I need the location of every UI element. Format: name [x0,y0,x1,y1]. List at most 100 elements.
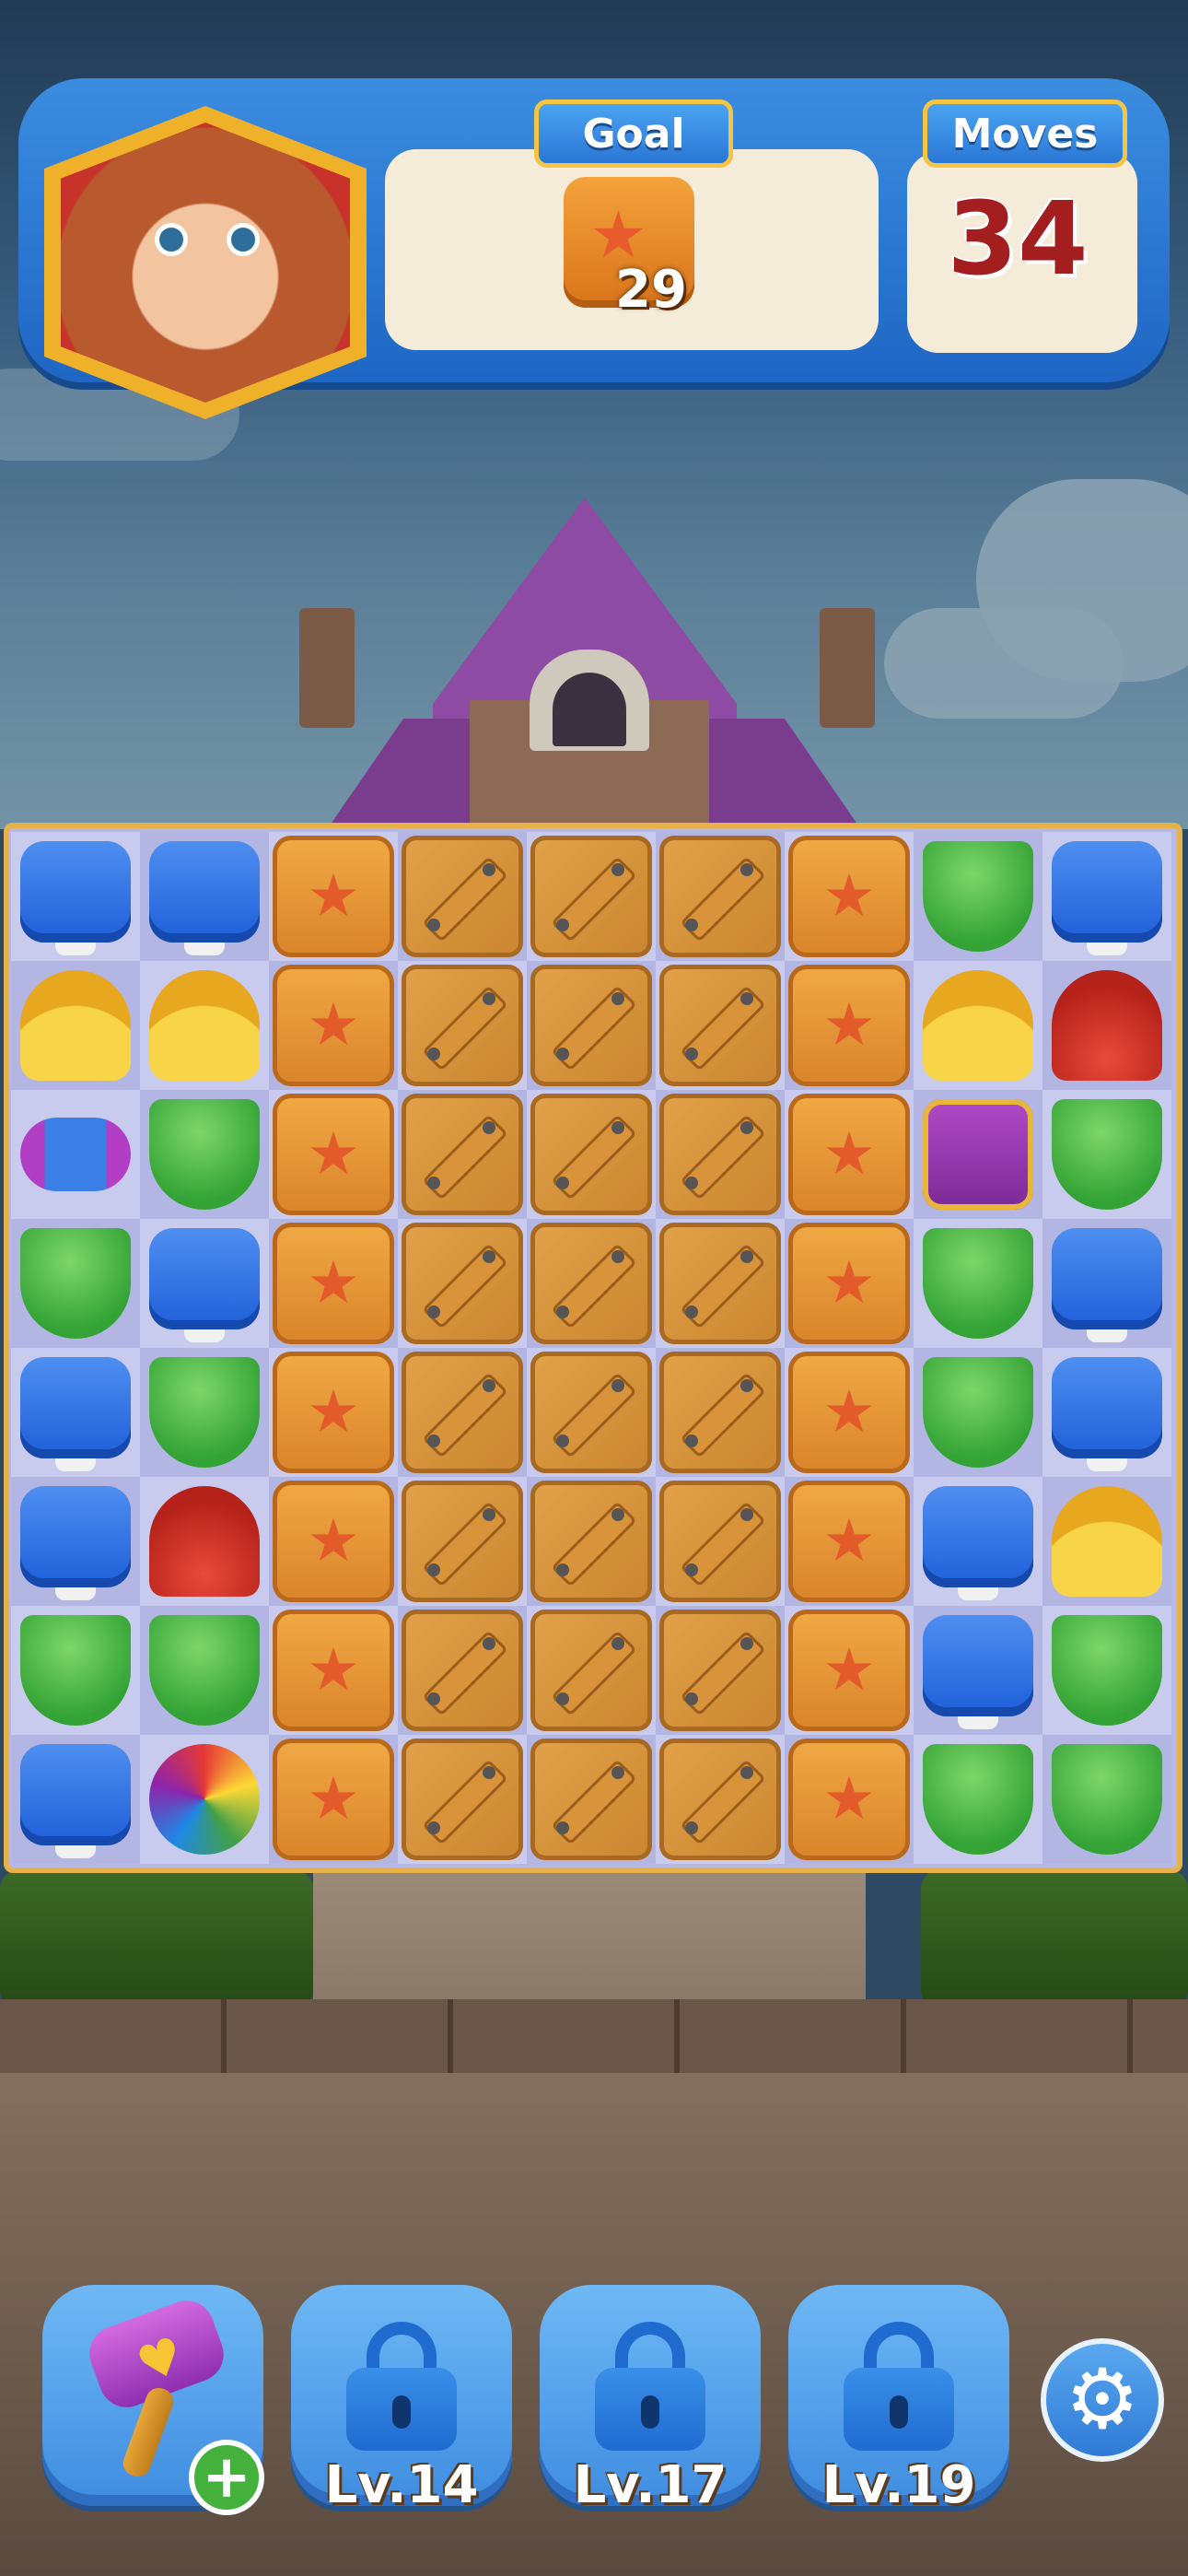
board-cell[interactable] [140,1348,269,1477]
board-cell[interactable] [1042,1090,1171,1219]
shell-piece[interactable] [1052,1486,1162,1597]
wood-plank-tile[interactable] [530,1094,652,1215]
board-cell[interactable] [656,1477,785,1606]
blue-jelly-piece[interactable] [1052,1357,1162,1471]
red-hat-piece[interactable] [1052,970,1162,1081]
board-cell[interactable] [527,1477,656,1606]
green-cup-piece[interactable] [20,1615,131,1726]
wood-plank-tile[interactable] [659,1352,781,1473]
wood-plank-tile[interactable] [659,965,781,1086]
board-cell[interactable] [398,1219,527,1348]
dynamite-booster-piece[interactable] [923,1099,1033,1210]
board-cell[interactable] [656,1735,785,1864]
board-cell[interactable]: ★ [785,1606,914,1735]
rocket-booster-piece[interactable] [20,1118,131,1191]
board-cell[interactable] [1042,1348,1171,1477]
board-cell[interactable] [398,1477,527,1606]
board-cell[interactable] [527,1606,656,1735]
star-crate-tile[interactable]: ★ [273,1352,394,1473]
green-cup-piece[interactable] [149,1615,260,1726]
star-crate-tile[interactable]: ★ [788,1352,910,1473]
board-cell[interactable]: ★ [269,1477,398,1606]
star-crate-tile[interactable]: ★ [788,1739,910,1860]
blue-jelly-piece[interactable] [1052,1228,1162,1342]
green-cup-piece[interactable] [149,1357,260,1468]
board-cell[interactable]: ★ [785,832,914,961]
board-cell[interactable]: ★ [785,1477,914,1606]
board-cell[interactable] [1042,1477,1171,1606]
board-cell[interactable] [914,1348,1042,1477]
blue-jelly-piece[interactable] [20,1744,131,1858]
wood-plank-tile[interactable] [659,836,781,957]
board-cell[interactable] [11,1348,140,1477]
board-cell[interactable] [140,961,269,1090]
wood-plank-tile[interactable] [402,1610,523,1731]
wood-plank-tile[interactable] [402,965,523,1086]
board-cell[interactable] [11,1219,140,1348]
star-crate-tile[interactable]: ★ [273,1610,394,1731]
blue-jelly-piece[interactable] [149,1228,260,1342]
shell-piece[interactable] [149,970,260,1081]
board-cell[interactable]: ★ [269,961,398,1090]
board-cell[interactable] [656,832,785,961]
board-cell[interactable] [398,832,527,961]
wood-plank-tile[interactable] [402,1094,523,1215]
wood-plank-tile[interactable] [402,836,523,957]
board-cell[interactable] [914,961,1042,1090]
green-cup-piece[interactable] [1052,1099,1162,1210]
star-crate-tile[interactable]: ★ [273,1739,394,1860]
board-cell[interactable] [398,961,527,1090]
wood-plank-tile[interactable] [530,1739,652,1860]
board-cell[interactable]: ★ [269,1090,398,1219]
board-cell[interactable] [656,1090,785,1219]
board-cell[interactable] [140,1735,269,1864]
board-cell[interactable]: ★ [785,1735,914,1864]
board-cell[interactable] [11,1090,140,1219]
board-cell[interactable] [527,961,656,1090]
board-cell[interactable] [398,1090,527,1219]
add-booster-button[interactable]: + [189,2440,264,2515]
blue-jelly-piece[interactable] [20,1357,131,1471]
star-crate-tile[interactable]: ★ [788,1481,910,1602]
shell-piece[interactable] [20,970,131,1081]
wood-plank-tile[interactable] [530,836,652,957]
board-cell[interactable] [1042,1606,1171,1735]
board-cell[interactable] [140,1219,269,1348]
wood-plank-tile[interactable] [530,1481,652,1602]
board-cell[interactable] [11,1606,140,1735]
board-cell[interactable] [527,1219,656,1348]
board-cell[interactable]: ★ [785,1348,914,1477]
board-cell[interactable] [656,1219,785,1348]
board-cell[interactable] [140,1090,269,1219]
board-cell[interactable] [11,961,140,1090]
rainbow-ball-piece[interactable] [149,1744,260,1855]
board-cell[interactable] [527,1735,656,1864]
board-cell[interactable] [914,832,1042,961]
board-cell[interactable]: ★ [785,1219,914,1348]
board-cell[interactable]: ★ [269,1735,398,1864]
blue-jelly-piece[interactable] [20,841,131,955]
star-crate-tile[interactable]: ★ [788,1223,910,1344]
board-cell[interactable] [11,1735,140,1864]
green-cup-piece[interactable] [1052,1615,1162,1726]
star-crate-tile[interactable]: ★ [273,965,394,1086]
board-cell[interactable] [398,1735,527,1864]
green-cup-piece[interactable] [20,1228,131,1339]
board-cell[interactable]: ★ [785,961,914,1090]
board-cell[interactable] [914,1735,1042,1864]
board-cell[interactable] [527,832,656,961]
blue-jelly-piece[interactable] [923,1486,1033,1600]
star-crate-tile[interactable]: ★ [273,1223,394,1344]
board-cell[interactable] [398,1606,527,1735]
wood-plank-tile[interactable] [530,1610,652,1731]
star-crate-tile[interactable]: ★ [788,836,910,957]
shell-piece[interactable] [923,970,1033,1081]
board-cell[interactable] [656,1348,785,1477]
wood-plank-tile[interactable] [530,965,652,1086]
green-cup-piece[interactable] [1052,1744,1162,1855]
board-cell[interactable]: ★ [269,1606,398,1735]
star-crate-tile[interactable]: ★ [273,1481,394,1602]
board-cell[interactable] [1042,1735,1171,1864]
green-cup-piece[interactable] [923,1228,1033,1339]
wood-plank-tile[interactable] [530,1223,652,1344]
